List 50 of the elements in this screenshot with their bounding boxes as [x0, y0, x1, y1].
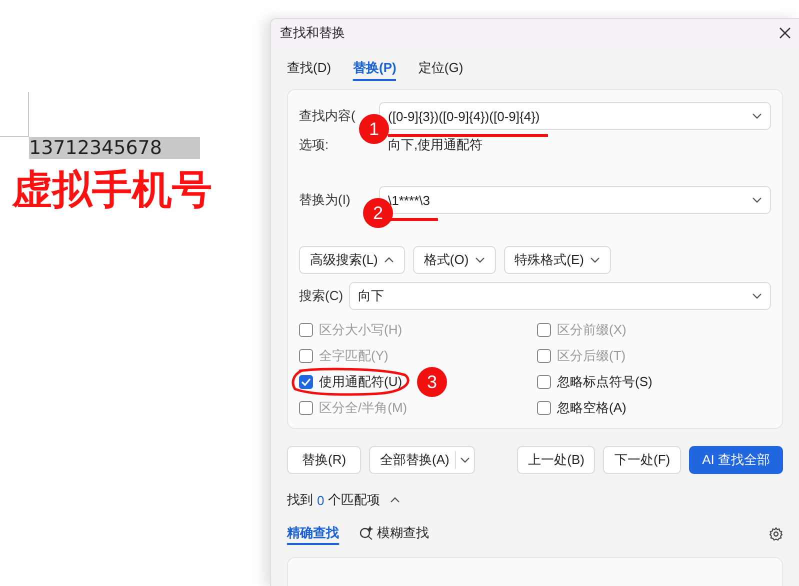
action-button[interactable]: 替换(R)	[287, 446, 362, 474]
window-title: 查找和替换	[280, 24, 345, 42]
step-badge: 3	[417, 367, 447, 397]
checkbox-label: 区分大小写(H)	[319, 321, 402, 339]
tab[interactable]: 定位(G)	[418, 57, 464, 81]
result-tab[interactable]: 精确查找	[287, 523, 339, 545]
close-icon[interactable]	[779, 27, 791, 39]
checkbox-label: 忽略标点符号(S)	[557, 373, 652, 391]
caret-icon	[752, 113, 762, 119]
checkbox-label: 区分全/半角(M)	[319, 399, 408, 417]
result-count: 0	[317, 492, 324, 508]
result-tab[interactable]: 模糊查找	[359, 523, 429, 545]
result-text: 个匹配项	[328, 491, 380, 509]
action-button[interactable]: 上一处(B)	[517, 446, 596, 474]
menu-button[interactable]: 特殊格式(E)	[504, 246, 612, 274]
menu-button[interactable]: 格式(O)	[412, 246, 496, 274]
checkbox-label: 使用通配符(U)	[319, 373, 402, 391]
options-label: 选项:	[299, 136, 330, 154]
checkbox[interactable]	[537, 375, 551, 389]
checkbox-label: 全字匹配(Y)	[319, 347, 388, 365]
caret-icon	[752, 293, 762, 299]
selected-text: 13712345678	[29, 137, 200, 159]
tab[interactable]: 查找(D)	[287, 57, 332, 81]
action-button[interactable]: 下一处(F)	[603, 446, 682, 474]
overlay-label: 虚拟手机号	[12, 167, 212, 213]
caret-icon	[384, 257, 394, 263]
replace-all-button[interactable]: 全部替换(A)	[369, 446, 476, 474]
search-dropdown[interactable]: 向下	[349, 282, 771, 310]
checkbox-label: 区分后缀(T)	[557, 347, 626, 365]
ai-find-button[interactable]: AI 查找全部	[689, 446, 783, 474]
caret-icon	[460, 457, 470, 463]
caret-icon	[474, 257, 485, 263]
page-corner-mark	[0, 92, 29, 137]
settings-icon[interactable]	[769, 527, 783, 541]
field-label: 查找内容(	[299, 107, 356, 125]
menu-button[interactable]: 高级搜索(L)	[299, 246, 405, 274]
caret-icon	[752, 197, 762, 203]
tab[interactable]: 替换(P)	[353, 57, 396, 81]
result-text: 找到	[287, 491, 313, 509]
sparkle-search-icon	[359, 526, 373, 540]
caret-icon	[590, 257, 600, 263]
field-label: 替换为(I)	[299, 191, 352, 209]
checkbox-label: 区分前缀(X)	[557, 321, 626, 339]
checkbox[interactable]	[537, 401, 551, 415]
checkbox-label: 忽略空格(A)	[557, 399, 626, 417]
field-label: 搜索(C)	[299, 287, 344, 305]
checkbox[interactable]	[299, 375, 313, 389]
find-field[interactable]: ([0-9]{3})([0-9]{4})([0-9]{4})	[379, 102, 771, 130]
options-value: 向下,使用通配符	[388, 136, 483, 154]
step-badge: 1	[359, 114, 389, 144]
